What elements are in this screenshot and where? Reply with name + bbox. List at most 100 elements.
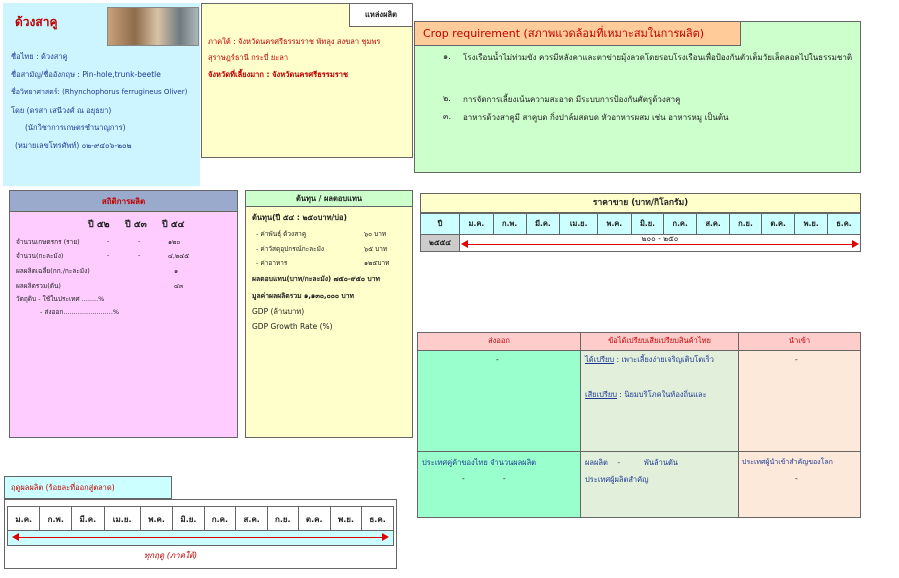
product-photo bbox=[107, 7, 199, 46]
season-month-table: ม.ค. ก.พ. มี.ค. เม.ย. พ.ค. มิ.ย. ก.ค. ส.… bbox=[6, 506, 394, 532]
cost-gdp-growth: GDP Growth Rate (%) bbox=[252, 322, 333, 331]
author-role: (นักวิชาการเกษตรชำนาญการ) bbox=[25, 123, 126, 132]
price-month: พ.ย. bbox=[794, 213, 828, 235]
disadvantage-label: เสียเปรียบ bbox=[585, 390, 618, 399]
stats-value: ๔,๒๔๕ bbox=[168, 252, 190, 260]
crop-requirement-panel: Crop requirement (สภาพแวดล้อมที่เหมาะสมใ… bbox=[414, 21, 861, 173]
price-month: ก.พ. bbox=[492, 213, 527, 235]
disadvantage-line: เสียเปรียบ : นิยมบริโภคในท้องถิ่นและ bbox=[585, 389, 707, 401]
season-month: ก.ย. bbox=[267, 506, 299, 532]
price-month: มิ.ย. bbox=[630, 213, 665, 235]
author: โดย (ดรสา เสนีวงศ์ ณ อยุธยา) bbox=[11, 106, 112, 115]
stats-row-label: จำนวนเกษตรกร (ราย) bbox=[16, 238, 80, 246]
stats-domestic-ratio: วัตถุดิบ - ใช้ในประเทศ ........% bbox=[16, 295, 105, 303]
price-month: มี.ค. bbox=[525, 213, 561, 235]
season-month: ก.ค. bbox=[203, 506, 237, 532]
season-month: ก.พ. bbox=[39, 506, 73, 532]
export-countries-label: ประเทศคู่ค้าของไทย จำนวนผลผลิต bbox=[422, 458, 537, 467]
disadvantage-text: : นิยมบริโภคในท้องถิ่นและ bbox=[617, 390, 707, 399]
season-label: ทุกฤดู (ภาคใต้) bbox=[144, 551, 198, 560]
price-month: พ.ค. bbox=[596, 213, 632, 235]
advantage-column: ข้อได้เปรียบเสียเปรียบสินค้าไทย ได้เปรีย… bbox=[580, 332, 739, 518]
divider bbox=[418, 451, 580, 452]
price-panel: ราคาขาย (บาท/กิโลกรัม) ปี ม.ค. ก.พ. มี.ค… bbox=[420, 193, 862, 257]
arrow-right-icon bbox=[852, 240, 859, 248]
divider bbox=[739, 451, 860, 452]
season-month: เม.ย. bbox=[103, 506, 141, 532]
price-year: ๒๕๕๔ bbox=[420, 234, 460, 252]
stats-export-ratio: - ส่งออก........................% bbox=[40, 308, 120, 316]
stats-year-2: ปี ๕๓ bbox=[125, 220, 147, 230]
cost-header: ต้นทุน / ผลตอบแทน bbox=[245, 190, 413, 207]
price-month: ม.ค. bbox=[459, 213, 494, 235]
cost-total-line: ต้นทุน(ปี ๕๔ : ๒๕๐บาท/บ่อ) bbox=[252, 213, 347, 222]
cost-return-panel: ต้นทุน / ผลตอบแทน ต้นทุน(ปี ๕๔ : ๒๕๐บาท/… bbox=[245, 190, 413, 438]
product-info-panel: ด้วงสาคู ชื่อไทย : ด้วงสาคู ชื่อสามัญ/ชื… bbox=[3, 3, 200, 186]
season-month: ส.ค. bbox=[235, 506, 269, 532]
arrow-left-icon bbox=[461, 240, 468, 248]
import-header: นำเข้า bbox=[738, 332, 861, 351]
common-name: ชื่อสามัญ/ชื่ออังกฤษ : Pin-hole,trunk-be… bbox=[11, 70, 161, 79]
price-month-row: ปี ม.ค. ก.พ. มี.ค. เม.ย. พ.ค. มิ.ย. ก.ค.… bbox=[420, 213, 862, 235]
import-countries-value: - bbox=[795, 474, 798, 483]
season-month: พ.ย. bbox=[329, 506, 363, 532]
stats-value: ๑๒๐ bbox=[168, 238, 181, 246]
divider bbox=[581, 451, 738, 452]
competitor-countries-label: ประเทศผู้ผลิตสำคัญ bbox=[585, 475, 649, 484]
phone-number: (หมายเลขโทรศัพท์) ๐๒-๙๔๐๖-๒๐๒ bbox=[15, 141, 132, 150]
price-month: ธ.ค. bbox=[826, 213, 862, 235]
thai-name: ชื่อไทย : ด้วงสาคู bbox=[11, 52, 68, 61]
export-countries-value: - - bbox=[462, 474, 506, 483]
source-main-province: จังหวัดที่เลี้ยงมาก : จังหวัดนครศรีธรรมร… bbox=[208, 70, 349, 79]
competitor-production: ผลผลิต - พันล้านตัน bbox=[585, 458, 678, 467]
crop-item-text: อาหารด้วงสาคูมี สาคูบด กิ่งปาล์มสดบด หัว… bbox=[463, 113, 729, 122]
arrow-left-icon bbox=[12, 533, 19, 541]
price-range-cell: ๒๐๐ - ๒๕๐ bbox=[459, 234, 861, 252]
season-month-row: ม.ค. ก.พ. มี.ค. เม.ย. พ.ค. มิ.ย. ก.ค. ส.… bbox=[6, 506, 394, 532]
source-header: แหล่งผลิต bbox=[349, 4, 412, 27]
cost-item-value: ๖๕ บาท bbox=[364, 245, 388, 253]
arrow-right-icon bbox=[382, 533, 389, 541]
import-column: นำเข้า - ประเทศผู้นำเข้าสำคัญของโลก - bbox=[738, 332, 861, 518]
price-header: ราคาขาย (บาท/กิโลกรัม) bbox=[420, 193, 861, 213]
harvest-season-panel: ฤดูผลผลิต (ร้อยละที่ออกสู่ตลาด) ม.ค. ก.พ… bbox=[4, 476, 397, 569]
cost-gdp: GDP (ล้านบาท) bbox=[252, 307, 305, 316]
season-month: ม.ค. bbox=[6, 506, 41, 532]
source-region-cont: สุราษฎร์ธานี กระบี่ ยะลา bbox=[208, 53, 289, 62]
price-month: เม.ย. bbox=[559, 213, 598, 235]
stats-row-label: จำนวน(กะละมัง) bbox=[16, 252, 64, 260]
crop-item-text: การจัดการเลี้ยงเน้นความสะอาด มีระบบการป้… bbox=[463, 95, 681, 104]
cost-item-value: ๑๒๕บาท bbox=[364, 259, 390, 267]
stats-year-3: ปี ๕๔ bbox=[162, 220, 185, 230]
production-source-panel: แหล่งผลิต ภาคใต้ : จังหวัดนครศรีธรรมราช … bbox=[201, 3, 413, 158]
stats-header: สถิติการผลิต bbox=[9, 190, 238, 212]
cost-return-value: ผลตอบแทน(บาท/กะละมัง) ๗๕๐-๙๕๐ บาท bbox=[252, 275, 380, 283]
product-title: ด้วงสาคู bbox=[15, 15, 58, 29]
season-month: มิ.ย. bbox=[172, 506, 205, 532]
season-band bbox=[7, 530, 394, 546]
advantage-text: : เพาะเลี้ยงง่ายเจริญเติบโตเร็ว bbox=[614, 355, 714, 364]
season-month: มี.ค. bbox=[71, 506, 105, 532]
price-month: ต.ค. bbox=[760, 213, 796, 235]
stats-row-label: ผลผลิตเฉลี่ย(กก./กะละมัง) bbox=[16, 267, 90, 275]
stats-year-1: ปี ๕๒ bbox=[88, 220, 110, 230]
season-month: ต.ค. bbox=[297, 506, 331, 532]
cost-production-value: มูลค่าผลผลิตรวม ๑,๑๓๐,๐๐๐ บาท bbox=[252, 292, 355, 300]
stats-value: - bbox=[138, 251, 141, 259]
season-header: ฤดูผลผลิต (ร้อยละที่ออกสู่ตลาด) bbox=[4, 476, 172, 499]
stats-value: - bbox=[138, 237, 141, 245]
advantage-header: ข้อได้เปรียบเสียเปรียบสินค้าไทย bbox=[580, 332, 739, 351]
price-month: ส.ค. bbox=[696, 213, 731, 235]
stats-value: ๔๓ bbox=[174, 282, 184, 290]
cost-item-label: - ค่าพันธุ์ ด้วงสาคู bbox=[256, 230, 307, 238]
export-column: ส่งออก - ประเทศคู่ค้าของไทย จำนวนผลผลิต … bbox=[417, 332, 581, 518]
stats-value: ๑ bbox=[174, 267, 179, 275]
cost-item-label: - ค่าวัสดุอุปกรณ์กะละมัง bbox=[256, 245, 325, 253]
advantage-label: ได้เปรียบ bbox=[585, 355, 615, 364]
trade-panel: ส่งออก - ประเทศคู่ค้าของไทย จำนวนผลผลิต … bbox=[417, 332, 861, 518]
export-value: - bbox=[496, 355, 499, 364]
crop-header: Crop requirement (สภาพแวดล้อมที่เหมาะสมใ… bbox=[414, 21, 741, 46]
cost-item-value: ๖๐ บาท bbox=[364, 230, 387, 238]
season-arrow bbox=[18, 537, 383, 538]
price-data-row: ๒๕๕๔ ๒๐๐ - ๒๕๐ bbox=[420, 234, 861, 252]
